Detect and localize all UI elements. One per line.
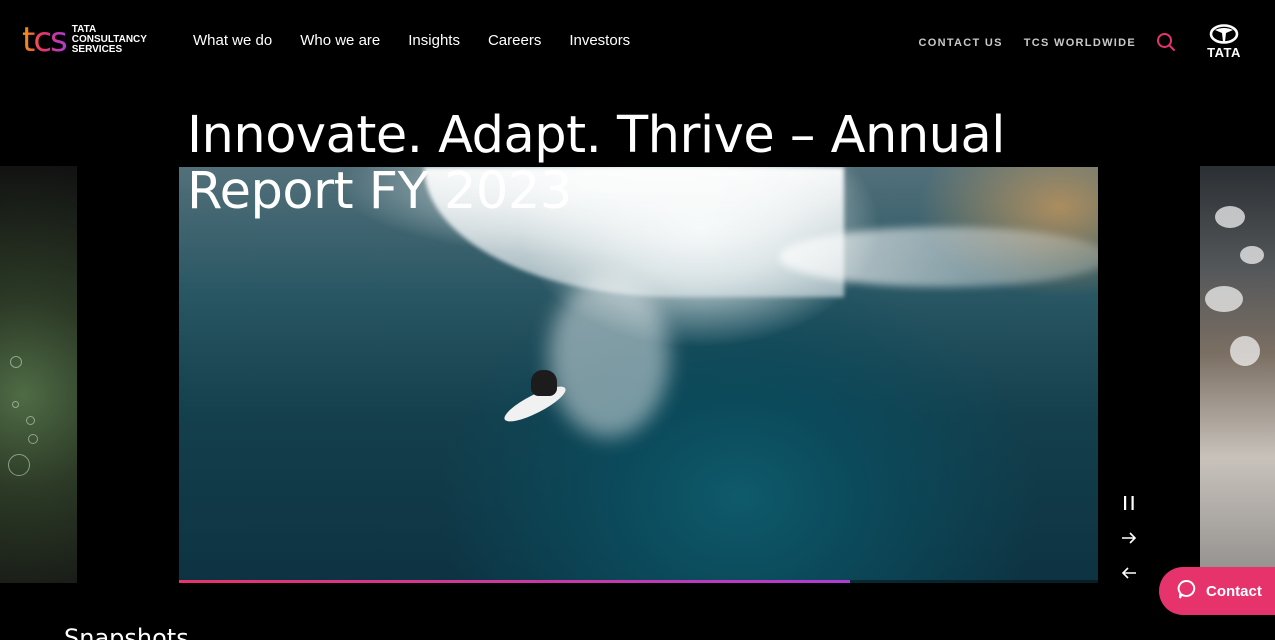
bubble-shape [12, 401, 19, 408]
nav-item-insights[interactable]: Insights [408, 32, 460, 49]
tcs-worldwide-link[interactable]: TCS WORLDWIDE [1024, 37, 1136, 49]
tcs-logo[interactable]: tcs TATA CONSULTANCY SERVICES [22, 23, 147, 57]
nav-item-careers[interactable]: Careers [488, 32, 541, 49]
snow-shape [1215, 206, 1245, 228]
wave-spray [549, 277, 669, 437]
contact-button-label: Contact [1206, 582, 1262, 600]
nav-item-who-we-are[interactable]: Who we are [300, 32, 380, 49]
slide-progress-fill [179, 580, 850, 583]
tata-emblem-icon [1209, 24, 1239, 44]
bubble-shape [8, 454, 30, 476]
hero-image-surfer[interactable] [179, 167, 1098, 583]
snow-shape [1230, 336, 1260, 366]
tcs-logo-text: TATA CONSULTANCY SERVICES [72, 25, 147, 55]
contact-button[interactable]: Contact [1159, 567, 1275, 615]
tata-wordmark: TATA [1207, 45, 1241, 60]
bubble-shape [26, 416, 35, 425]
snapshots-heading: Snapshots [64, 624, 189, 640]
arrow-right-icon[interactable] [1118, 527, 1140, 549]
nav-item-what-we-do[interactable]: What we do [193, 32, 272, 49]
slide-progress-bar [179, 580, 1098, 583]
logo-line-3: SERVICES [71, 44, 123, 55]
contact-us-link[interactable]: CONTACT US [918, 37, 1002, 49]
main-nav: What we do Who we are Insights Careers I… [193, 32, 630, 49]
pause-icon[interactable] [1118, 492, 1140, 514]
snow-shape [1205, 286, 1243, 312]
search-icon[interactable] [1156, 32, 1176, 52]
bubble-shape [28, 434, 38, 444]
wave-crest [779, 227, 1098, 287]
arrow-left-icon[interactable] [1118, 562, 1140, 584]
snow-shape [1240, 246, 1264, 264]
site-header: tcs TATA CONSULTANCY SERVICES What we do… [0, 0, 1275, 84]
previous-slide-preview[interactable] [0, 166, 77, 583]
next-slide-preview[interactable] [1200, 166, 1275, 583]
nav-item-investors[interactable]: Investors [569, 32, 630, 49]
utility-links: CONTACT US TCS WORLDWIDE [918, 37, 1136, 49]
surfer [531, 370, 557, 396]
tata-group-logo[interactable]: TATA [1203, 24, 1245, 60]
bubble-shape [10, 356, 22, 368]
tcs-logo-mark: tcs [22, 20, 68, 60]
chat-icon [1177, 579, 1197, 603]
page: tcs TATA CONSULTANCY SERVICES What we do… [0, 0, 1275, 640]
hero-headline[interactable]: Innovate. Adapt. Thrive – Annual Report … [187, 108, 1017, 220]
